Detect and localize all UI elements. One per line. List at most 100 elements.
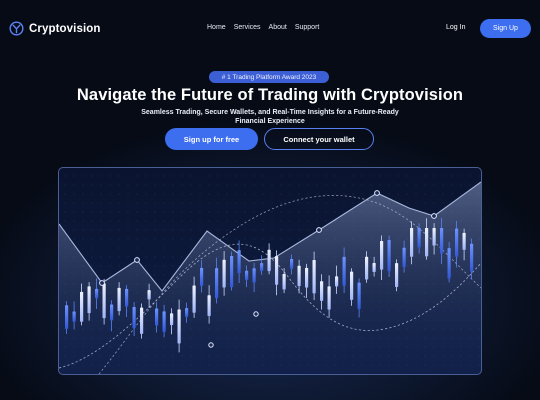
grid-dot (442, 175, 444, 177)
grid-dot (190, 238, 192, 240)
grid-dot (100, 247, 102, 249)
candle-body (110, 304, 114, 321)
grid-dot (100, 256, 102, 258)
grid-dot (406, 193, 408, 195)
grid-dot (460, 175, 462, 177)
grid-dot (190, 175, 192, 177)
grid-dot (118, 256, 120, 258)
grid-dot (307, 193, 309, 195)
grid-dot (298, 193, 300, 195)
cryptovision-logo-icon (9, 21, 24, 36)
candle-body (387, 240, 391, 272)
grid-dot (235, 229, 237, 231)
grid-dot (361, 184, 363, 186)
grid-dot (100, 202, 102, 204)
grid-dot (181, 202, 183, 204)
grid-dot (172, 265, 174, 267)
grid-dot (235, 247, 237, 249)
grid-dot (343, 184, 345, 186)
grid-dot (73, 211, 75, 213)
grid-dot (217, 202, 219, 204)
candle-body (462, 232, 466, 250)
nav-support[interactable]: Support (295, 24, 320, 31)
nav-home[interactable]: Home (207, 24, 226, 31)
grid-dot (100, 229, 102, 231)
candle-body (342, 256, 346, 286)
grid-dot (100, 220, 102, 222)
nav-services[interactable]: Services (234, 24, 261, 31)
grid-dot (199, 175, 201, 177)
candle-body (327, 286, 331, 310)
grid-dot (118, 229, 120, 231)
grid-dot (172, 238, 174, 240)
candle-body (425, 228, 429, 257)
candle-body (192, 285, 196, 313)
signup-free-button[interactable]: Sign up for free (165, 128, 258, 150)
grid-dot (307, 211, 309, 213)
nav-about[interactable]: About (269, 24, 287, 31)
grid-dot (82, 193, 84, 195)
grid-dot (262, 229, 264, 231)
candle-body (305, 267, 309, 288)
grid-dot (154, 220, 156, 222)
grid-dot (289, 193, 291, 195)
grid-dot (271, 247, 273, 249)
candle-body (417, 228, 421, 248)
grid-dot (199, 184, 201, 186)
grid-dot (172, 220, 174, 222)
login-link[interactable]: Log In (446, 24, 465, 31)
grid-dot (154, 238, 156, 240)
brand-logo[interactable]: Cryptovision (9, 21, 101, 36)
grid-dot (325, 202, 327, 204)
grid-dot (100, 175, 102, 177)
grid-dot (190, 220, 192, 222)
grid-dot (100, 184, 102, 186)
grid-dot (235, 202, 237, 204)
grid-dot (118, 247, 120, 249)
candle-body (170, 313, 174, 326)
grid-dot (208, 193, 210, 195)
connect-wallet-button[interactable]: Connect your wallet (264, 128, 374, 150)
grid-dot (478, 175, 480, 177)
grid-dot (415, 193, 417, 195)
grid-dot (91, 265, 93, 267)
grid-dot (208, 211, 210, 213)
grid-dot (244, 211, 246, 213)
line-marker (374, 190, 380, 196)
candle-body (440, 228, 444, 254)
grid-dot (226, 220, 228, 222)
candle-body (245, 270, 249, 281)
grid-dot (298, 175, 300, 177)
grid-dot (424, 193, 426, 195)
grid-dot (199, 220, 201, 222)
grid-dot (262, 256, 264, 258)
grid-dot (190, 247, 192, 249)
candle-body (395, 263, 399, 288)
grid-dot (397, 184, 399, 186)
grid-dot (136, 193, 138, 195)
candle-body (155, 308, 159, 326)
signup-button[interactable]: Sign Up (480, 19, 531, 38)
grid-dot (271, 256, 273, 258)
grid-dot (208, 202, 210, 204)
grid-dot (325, 184, 327, 186)
grid-dot (127, 229, 129, 231)
grid-dot (253, 256, 255, 258)
grid-dot (442, 193, 444, 195)
grid-dot (334, 184, 336, 186)
grid-dot (244, 220, 246, 222)
grid-dot (298, 238, 300, 240)
grid-dot (217, 229, 219, 231)
candle-body (447, 248, 451, 279)
grid-dot (289, 184, 291, 186)
grid-dot (82, 184, 84, 186)
chart-svg (59, 175, 481, 374)
grid-dot (343, 193, 345, 195)
candle-body (102, 283, 106, 319)
grid-dot (253, 229, 255, 231)
grid-dot (262, 175, 264, 177)
grid-dot (109, 184, 111, 186)
grid-dot (334, 202, 336, 204)
grid-dot (280, 247, 282, 249)
grid-dot (109, 274, 111, 276)
